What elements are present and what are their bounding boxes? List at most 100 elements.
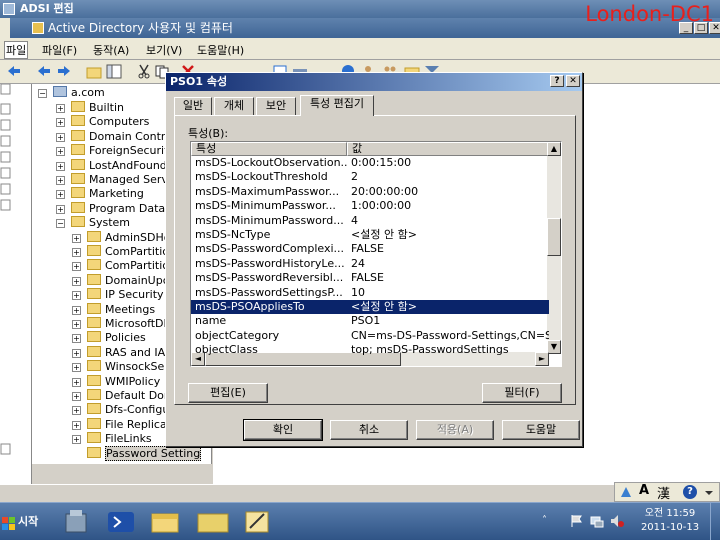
up-folder-icon[interactable] [86,64,102,79]
attribute-row[interactable]: msDS-MaximumPasswor... 20:00:00:00 [191,185,549,199]
attribute-row[interactable]: msDS-MinimumPassword... 4 [191,214,549,228]
collapse-icon[interactable]: − [38,89,47,98]
expand-icon[interactable]: + [72,262,81,272]
ime-mode[interactable]: A [639,483,649,498]
attribute-row[interactable]: msDS-PasswordComplexi... FALSE [191,242,549,256]
tree-item[interactable]: + LostAndFound [56,158,167,173]
expand-icon[interactable]: + [56,204,65,214]
menu-view[interactable]: 보기(V) [146,42,182,58]
action-center-flag-icon[interactable] [570,514,584,528]
attribute-row[interactable]: msDS-PSOAppliesTo <설정 안 함> [191,300,549,314]
expand-icon[interactable]: + [72,348,81,358]
expand-icon[interactable]: + [72,392,81,401]
tree-item[interactable]: + Builtin [56,101,124,115]
server-manager-icon[interactable] [58,508,96,536]
expand-icon[interactable]: + [72,248,81,257]
back-arrow-icon[interactable] [6,64,22,79]
attribute-row[interactable]: objectClass top; msDS-PasswordSettings [191,343,549,357]
tree-item[interactable]: + DomainUpc [72,273,169,288]
attribute-list[interactable]: 특성 값 ▲ ▼ ◄ ► msDS-LockoutObservation... 0… [190,141,562,367]
expand-icon[interactable]: + [72,320,81,329]
tree-item[interactable]: + Program Data [56,201,165,216]
tree-item[interactable]: + Dfs-Configu [72,403,169,417]
attribute-row[interactable]: msDS-LockoutObservation... 0:00:15:00 [191,156,549,170]
expand-icon[interactable]: + [56,132,65,142]
attribute-row[interactable]: msDS-PasswordSettingsP... 10 [191,286,549,300]
help-bottom-button[interactable]: 도움말 [502,420,580,440]
tree-item[interactable]: + Meetings [72,302,155,317]
tree-item[interactable]: + WinsockSe [72,360,164,374]
expand-icon[interactable]: + [56,147,65,157]
expand-icon[interactable]: + [72,305,81,315]
langbar-help-icon[interactable]: ? [683,485,697,499]
tree-item[interactable]: + IP Security [72,288,164,302]
outer-menu-file[interactable]: 파일 [4,41,29,59]
menu-help[interactable]: 도움말(H) [197,42,244,58]
tree-item[interactable]: + Domain Contro [56,129,172,144]
tree-item[interactable]: + Computers [56,115,149,129]
adsi-edit-task-icon[interactable] [238,508,276,536]
tab-security[interactable]: 보안 [256,97,296,115]
explorer-icon[interactable] [146,508,184,536]
attribute-row[interactable]: msDS-PasswordHistoryLe... 24 [191,257,549,271]
tree-root[interactable]: − a.com [38,86,105,100]
attribute-row[interactable]: msDS-NcType <설정 안 함> [191,228,549,242]
edit-button[interactable]: 편집(E) [188,383,268,403]
scroll-thumb[interactable] [547,218,561,256]
volume-muted-icon[interactable] [610,514,624,528]
menu-file[interactable]: 파일(F) [42,42,77,58]
expand-icon[interactable]: − [56,219,65,229]
tree-item[interactable]: + MicrosoftDN [72,317,172,331]
attribute-row[interactable]: name PSO1 [191,314,549,328]
tree-item[interactable]: + WMIPolicy [72,374,160,389]
show-tree-icon[interactable] [106,64,122,79]
cut-icon[interactable] [136,64,152,79]
hanja-button[interactable]: 漢 [657,483,670,502]
attribute-row[interactable]: msDS-LockoutThreshold 2 [191,170,549,184]
clock[interactable]: 오전 11:59 2011-10-13 [634,507,706,535]
start-button[interactable]: 시작 [2,509,46,535]
expand-icon[interactable]: + [72,406,81,416]
tab-general[interactable]: 일반 [174,97,212,115]
tree-item[interactable]: − System [56,216,130,230]
expand-icon[interactable]: + [56,104,65,113]
filter-button[interactable]: 필터(F) [482,383,562,403]
tree-item[interactable]: + ForeignSecurit [56,144,168,158]
expand-icon[interactable]: + [56,118,65,128]
help-button[interactable]: ? [550,75,564,87]
menu-action[interactable]: 동작(A) [93,42,129,58]
tree-item[interactable]: + FileLinks [72,432,152,446]
ime-icon[interactable] [619,485,633,499]
scroll-down-icon[interactable]: ▼ [547,340,561,354]
expand-icon[interactable]: + [72,334,81,344]
expand-icon[interactable]: + [56,161,65,171]
tree-item[interactable]: + Marketing [56,187,144,201]
column-header-value[interactable]: 값 [347,142,561,156]
ok-button[interactable]: 확인 [243,419,323,441]
powershell-icon[interactable] [102,508,140,536]
expand-icon[interactable]: + [72,233,81,243]
expand-icon[interactable]: + [72,276,81,286]
cancel-button[interactable]: 취소 [330,420,408,440]
langbar-options-icon[interactable] [703,485,715,499]
attribute-row[interactable]: msDS-MinimumPasswor... 1:00:00:00 [191,199,549,213]
expand-icon[interactable]: + [72,363,81,373]
scroll-up-icon[interactable]: ▲ [547,142,561,156]
network-icon[interactable] [590,514,604,528]
attribute-row[interactable]: objectCategory CN=ms-DS-Password-Settings… [191,329,549,343]
nav-back-icon[interactable] [36,64,52,79]
tree-item[interactable]: + RAS and IA [72,345,165,360]
expand-icon[interactable]: + [72,420,81,430]
tree-item[interactable]: + ComPartitic [72,259,168,273]
tree-item[interactable]: + Policies [72,331,146,345]
vertical-scrollbar[interactable]: ▲ ▼ [547,142,561,354]
show-hidden-icons[interactable]: ˄ [542,515,547,526]
expand-icon[interactable]: + [72,435,81,445]
nav-forward-icon[interactable] [56,64,72,79]
tab-attribute-editor[interactable]: 특성 편집기 [300,95,374,116]
tree-item[interactable]: + Default Don [72,389,171,403]
tree-item[interactable]: + ComPartitic [72,245,168,259]
expand-icon[interactable]: + [56,190,65,200]
expand-icon[interactable]: + [56,176,65,185]
show-desktop-button[interactable] [710,503,720,540]
